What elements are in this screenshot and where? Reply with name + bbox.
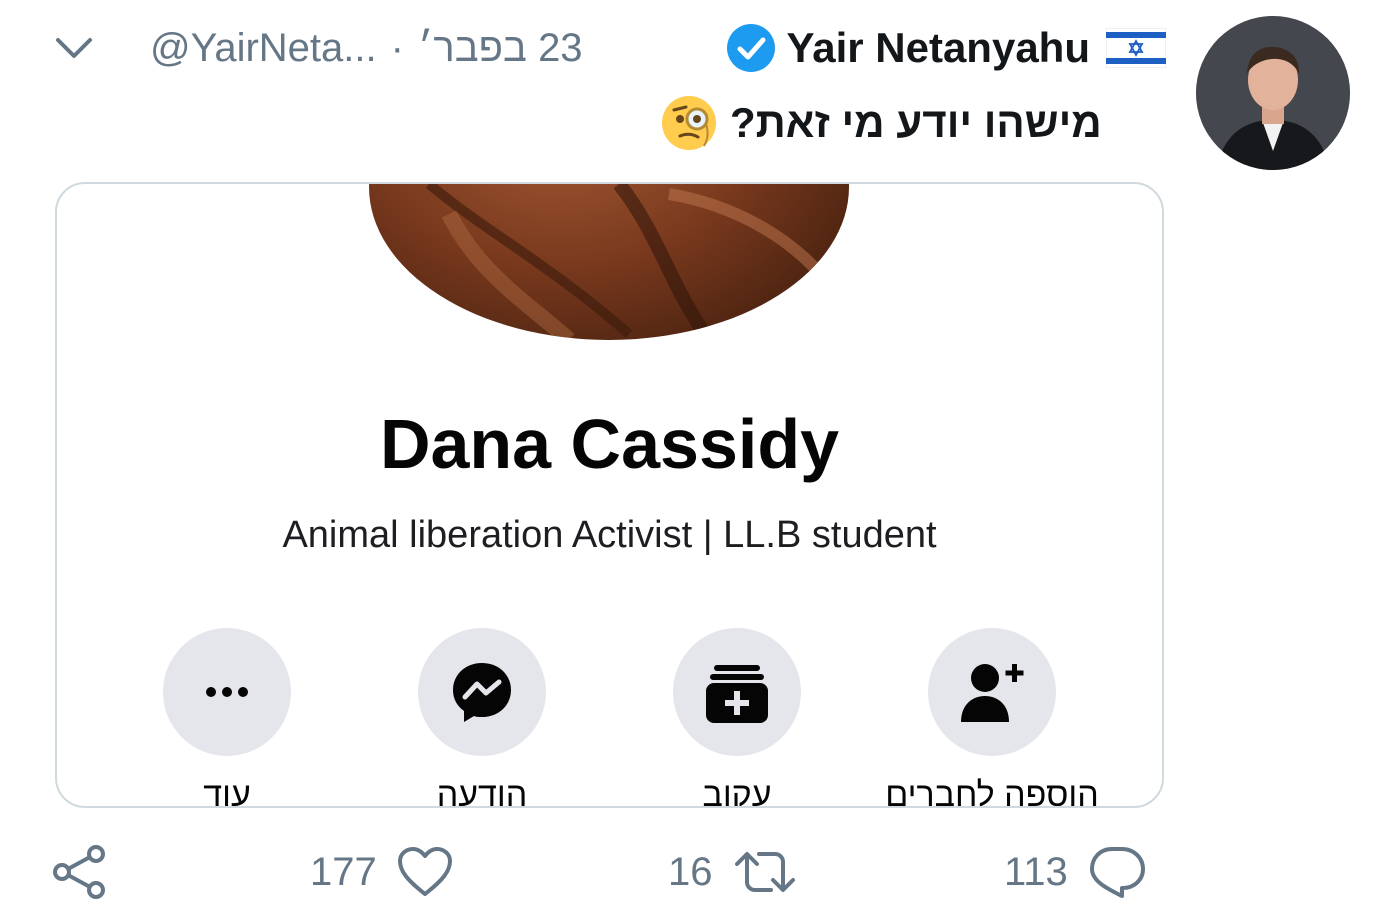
profile-actions: עוד הודעה עקוב הוספה לחברים [57, 628, 1162, 808]
like-count: 177 [310, 849, 377, 894]
embedded-profile-card[interactable]: Dana Cassidy Animal liberation Activist … [55, 182, 1164, 808]
add-friend-label: הוספה לחברים [885, 776, 1099, 808]
face-with-monocle-icon [662, 96, 716, 150]
share-icon [53, 845, 105, 899]
retweet-count: 16 [668, 849, 713, 894]
retweet-button[interactable]: 16 [668, 840, 797, 904]
tweet-handle[interactable]: @YairNeta... [150, 26, 377, 71]
messenger-icon [418, 628, 546, 756]
tweet-text-content: מישהו יודע מי זאת? [730, 99, 1102, 146]
more-label: עוד [203, 776, 251, 808]
profile-photo [369, 184, 849, 340]
add-friend-icon [928, 628, 1056, 756]
tweet-meta: @YairNeta... · 23 בפבר׳ [150, 20, 660, 76]
message-label: הודעה [436, 776, 528, 808]
retweet-icon [734, 852, 795, 892]
israel-flag-icon [1106, 28, 1166, 68]
follow-icon [673, 628, 801, 756]
add-friend-button[interactable]: הוספה לחברים [864, 628, 1120, 808]
tweet-text: מישהו יודע מי זאת? [660, 92, 1166, 154]
share-button[interactable] [50, 840, 110, 904]
reply-icon [1089, 847, 1145, 898]
like-button[interactable]: 177 [310, 840, 453, 904]
message-button[interactable]: הודעה [354, 628, 610, 808]
profile-bio: Animal liberation Activist | LL.B studen… [282, 514, 937, 556]
tweet-menu-chevron-icon[interactable] [52, 28, 96, 68]
verified-badge-icon [726, 24, 775, 72]
more-button[interactable]: עוד [99, 628, 355, 808]
author-avatar[interactable] [1196, 16, 1350, 170]
profile-name: Dana Cassidy [379, 405, 840, 483]
more-icon [163, 628, 291, 756]
follow-label: עקוב [702, 776, 772, 808]
reply-button[interactable]: 113 [1004, 840, 1146, 904]
heart-icon [397, 847, 452, 896]
tweet-date[interactable]: 23 בפבר׳ [418, 26, 583, 71]
meta-separator: · [390, 25, 404, 70]
follow-button[interactable]: עקוב [609, 628, 865, 808]
tweet-author[interactable]: Yair Netanyahu [696, 20, 1166, 76]
reply-count: 113 [1004, 849, 1068, 894]
author-display-name[interactable]: Yair Netanyahu [787, 24, 1090, 72]
